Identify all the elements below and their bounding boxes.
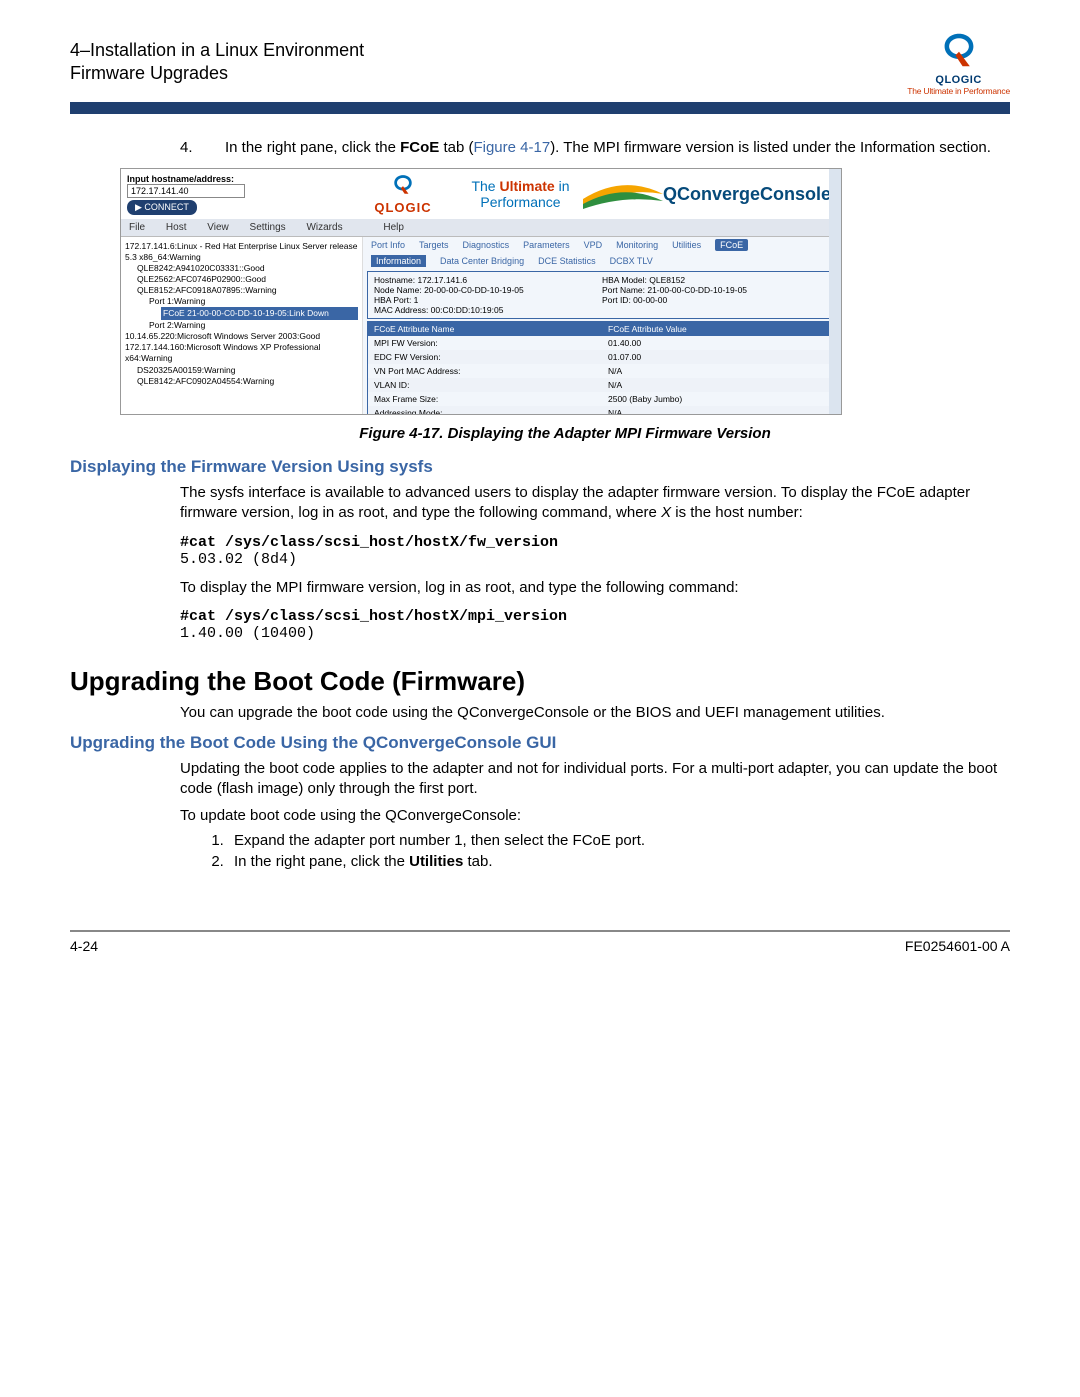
swoosh-icon [583, 179, 663, 209]
menu-file[interactable]: File [129, 222, 145, 233]
info-field: MAC Address: 00:C0:DD:10:19:05 [374, 305, 602, 315]
table-header-name: FCoE Attribute Name [368, 322, 602, 336]
fig-logo: QLOGIC [348, 173, 458, 215]
tab-row-2: Information Data Center Bridging DCE Stati… [367, 253, 837, 269]
tree-item[interactable]: 172.17.141.6:Linux - Red Hat Enterprise … [125, 241, 358, 263]
info-field: HBA Model: QLE8152 [602, 275, 830, 285]
table-row: Max Frame Size:2500 (Baby Jumbo) [368, 392, 836, 406]
cmd-mpi-version: #cat /sys/class/scsi_host/hostX/mpi_vers… [180, 608, 1010, 642]
heading-sysfs: Displaying the Firmware Version Using sy… [70, 457, 1010, 477]
info-field: Node Name: 20-00-00-C0-DD-10-19-05 [374, 285, 602, 295]
tree-item[interactable]: DS20325A00159:Warning [137, 365, 358, 376]
page-number: 4-24 [70, 938, 98, 954]
upgrade-gui-lead: To update boot code using the QConvergeC… [180, 806, 1010, 826]
heading-upgrade-gui: Upgrading the Boot Code Using the QConve… [70, 733, 1010, 753]
sysfs-intro: The sysfs interface is available to adva… [180, 483, 1010, 524]
cmd-output: 5.03.02 (8d4) [180, 551, 1010, 568]
subtab-dcbx-tlv[interactable]: DCBX TLV [610, 256, 653, 266]
tab-monitoring[interactable]: Monitoring [616, 240, 658, 250]
subtab-dce-statistics[interactable]: DCE Statistics [538, 256, 596, 266]
info-field: Port ID: 00-00-00 [602, 295, 830, 305]
page-footer: 4-24 FE0254601-00 A [70, 938, 1010, 954]
tab-vpd[interactable]: VPD [584, 240, 603, 250]
logo-tagline: The Ultimate in Performance [907, 86, 1010, 96]
tree-item[interactable]: QLE8152:AFC0918A07895::Warning [137, 285, 358, 296]
cmd-fw-version: #cat /sys/class/scsi_host/hostX/fw_versi… [180, 534, 1010, 568]
cmd-output: 1.40.00 (10400) [180, 625, 1010, 642]
tree-item[interactable]: QLE2562:AFC0746P02900::Good [137, 274, 358, 285]
upgrade-intro: You can upgrade the boot code using the … [180, 703, 1010, 723]
connect-button[interactable]: ▶ CONNECT [127, 200, 197, 215]
device-tree[interactable]: 172.17.141.6:Linux - Red Hat Enterprise … [121, 237, 363, 415]
subtab-information[interactable]: Information [371, 255, 426, 267]
tree-item[interactable]: 10.14.65.220:Microsoft Windows Server 20… [125, 331, 358, 342]
figure-caption: Figure 4-17. Displaying the Adapter MPI … [120, 425, 1010, 442]
menu-host[interactable]: Host [166, 222, 187, 233]
tab-parameters[interactable]: Parameters [523, 240, 570, 250]
step-1: Expand the adapter port number 1, then s… [228, 832, 1010, 849]
tree-item[interactable]: QLE8142:AFC0902A04554:Warning [137, 376, 358, 387]
tab-targets[interactable]: Targets [419, 240, 449, 250]
hostname-input[interactable]: 172.17.141.40 [127, 184, 245, 198]
upgrade-steps: Expand the adapter port number 1, then s… [180, 832, 1010, 870]
hostname-label: Input hostname/address: [127, 174, 342, 184]
logo-text: QLOGIC [907, 74, 1010, 86]
table-row: EDC FW Version:01.07.00 [368, 350, 836, 364]
table-row: VLAN ID:N/A [368, 378, 836, 392]
brand-logo: QLOGIC The Ultimate in Performance [907, 30, 1010, 96]
scrollbar[interactable] [829, 169, 841, 414]
tab-port-info[interactable]: Port Info [371, 240, 405, 250]
tree-item[interactable]: 172.17.144.160:Microsoft Windows XP Prof… [125, 342, 358, 364]
info-panel: Hostname: 172.17.141.6Node Name: 20-00-0… [367, 271, 837, 319]
table-row: VN Port MAC Address:N/A [368, 364, 836, 378]
subtab-data-center-bridging[interactable]: Data Center Bridging [440, 256, 524, 266]
step-text: In the right pane, click the FCoE tab (F… [225, 139, 991, 156]
tree-item[interactable]: FCoE 21-00-00-C0-DD-10-19-05:Link Down [161, 307, 358, 320]
step-number: 4. [180, 139, 200, 156]
tab-utilities[interactable]: Utilities [672, 240, 701, 250]
header-chapter: 4–Installation in a Linux Environment [70, 40, 1010, 61]
doc-id: FE0254601-00 A [905, 938, 1010, 954]
figure-4-17: Input hostname/address: 172.17.141.40 ▶ … [120, 168, 842, 415]
table-header-value: FCoE Attribute Value [602, 322, 836, 336]
table-row: MPI FW Version:01.40.00 [368, 336, 836, 350]
qcc-title: QConvergeConsole [663, 184, 841, 205]
info-field: HBA Port: 1 [374, 295, 602, 305]
info-field: Hostname: 172.17.141.6 [374, 275, 602, 285]
tab-fcoe[interactable]: FCoE [715, 239, 748, 251]
step-2: In the right pane, click the Utilities t… [228, 853, 1010, 870]
info-field: Port Name: 21-00-00-C0-DD-10-19-05 [602, 285, 830, 295]
fig-tagline: The Ultimate in Performance [458, 178, 583, 210]
menubar: File Host View Settings Wizards Help [121, 219, 841, 237]
qlogic-icon [386, 173, 420, 197]
footer-rule [70, 930, 1010, 932]
menu-help[interactable]: Help [383, 222, 404, 233]
tree-item[interactable]: Port 1:Warning [149, 296, 358, 307]
mpi-intro: To display the MPI firmware version, log… [180, 578, 1010, 598]
figure-reference[interactable]: Figure 4-17 [473, 139, 550, 156]
cmd-text: #cat /sys/class/scsi_host/hostX/fw_versi… [180, 534, 1010, 551]
menu-view[interactable]: View [207, 222, 229, 233]
heading-upgrade-bootcode: Upgrading the Boot Code (Firmware) [70, 666, 1010, 697]
qlogic-icon [932, 30, 986, 70]
cmd-text: #cat /sys/class/scsi_host/hostX/mpi_vers… [180, 608, 1010, 625]
step-4: 4. In the right pane, click the FCoE tab… [180, 139, 1010, 156]
table-row: Addressing Mode:N/A [368, 406, 836, 415]
header-section: Firmware Upgrades [70, 63, 1010, 84]
tab-diagnostics[interactable]: Diagnostics [463, 240, 510, 250]
tree-item[interactable]: Port 2:Warning [149, 320, 358, 331]
fcoe-table: FCoE Attribute Name FCoE Attribute Value… [367, 321, 837, 415]
upgrade-gui-note: Updating the boot code applies to the ad… [180, 759, 1010, 800]
tab-row-1: Port Info Targets Diagnostics Parameters VPD… [367, 237, 837, 253]
menu-wizards[interactable]: Wizards [306, 222, 342, 233]
header-rule [70, 102, 1010, 114]
menu-settings[interactable]: Settings [250, 222, 286, 233]
right-pane: Port Info Targets Diagnostics Parameters VPD… [363, 237, 841, 415]
tree-item[interactable]: QLE8242:A941020C03331::Good [137, 263, 358, 274]
page-header: 4–Installation in a Linux Environment Fi… [70, 40, 1010, 84]
